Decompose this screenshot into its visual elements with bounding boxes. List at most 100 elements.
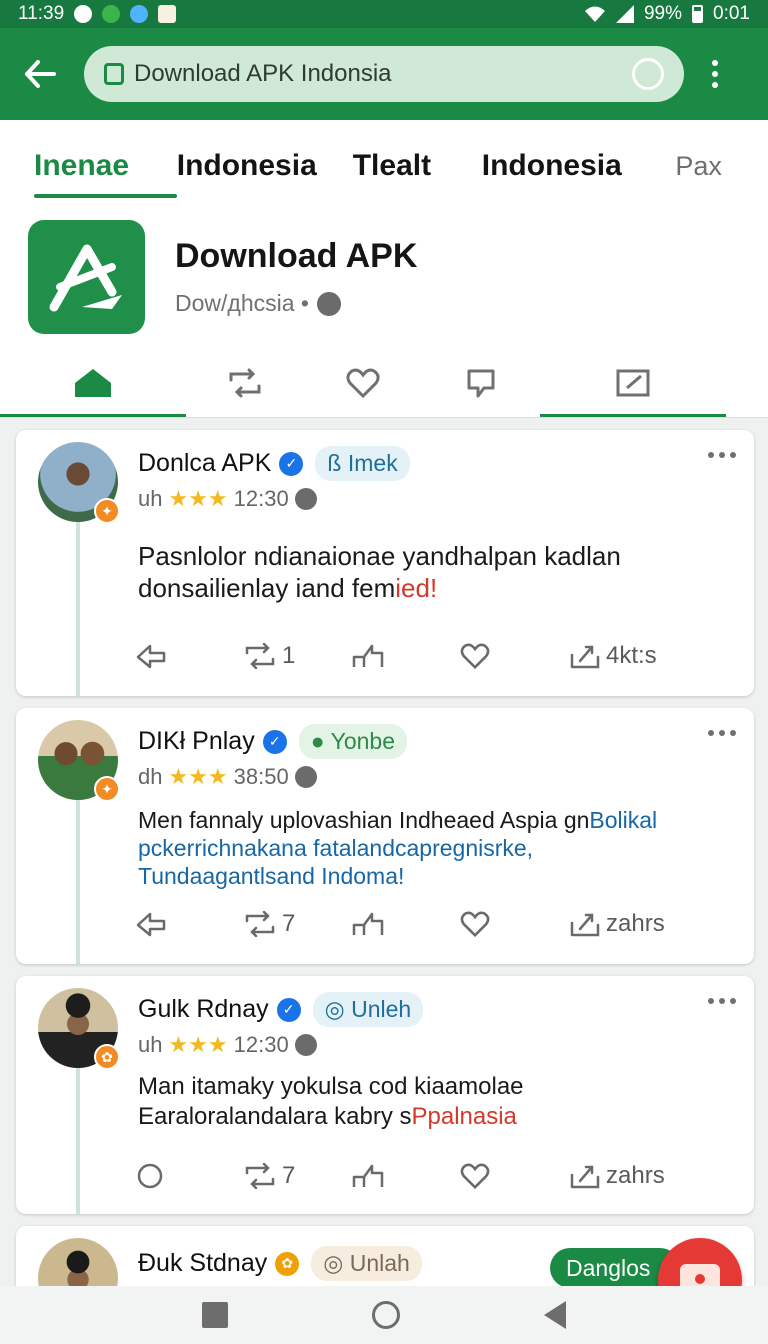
post-header: Gulk Rdnay ✓ ◎ Unleh	[138, 992, 424, 1027]
recents-button[interactable]	[202, 1302, 228, 1328]
upvote-button[interactable]	[352, 638, 460, 674]
home-button[interactable]	[372, 1301, 400, 1329]
info-icon[interactable]	[316, 291, 341, 316]
post-body: Pasnlolor ndianaionae yandhalpan kadlan …	[138, 540, 714, 604]
badge-icon: ✿	[94, 1044, 120, 1070]
verified-icon: ✿	[275, 1251, 300, 1276]
battery-percent: 99%	[643, 3, 683, 24]
home-icon	[75, 369, 111, 397]
repost-button[interactable]: 1	[244, 638, 352, 674]
avatar[interactable]: ✦	[38, 442, 120, 524]
more-options-button[interactable]	[708, 452, 736, 458]
repost-icon	[229, 368, 261, 398]
status-bar: 11:39 99% 0:01	[0, 0, 768, 28]
app-subtitle-text: Dow/дhcsia •	[175, 290, 309, 316]
upvote-icon	[352, 644, 384, 667]
rating-stars: ★★★	[168, 764, 228, 789]
more-options-button[interactable]	[708, 730, 736, 736]
repost-button[interactable]: 7	[244, 906, 352, 942]
overflow-menu-button[interactable]	[710, 60, 720, 88]
author-name[interactable]: Đuk Stdnay	[138, 1249, 267, 1278]
reply-icon	[136, 912, 166, 937]
apk-logo-icon	[49, 244, 122, 312]
repost-count: 1	[282, 642, 296, 669]
url-bar[interactable]: Download APK Indonsia	[84, 46, 684, 102]
search-icon[interactable]	[632, 58, 664, 90]
tag-chip[interactable]: ● Yonbe	[298, 724, 407, 759]
upvote-button[interactable]	[352, 906, 460, 942]
tab-tlealt[interactable]: Tlealt	[353, 120, 482, 212]
info-icon	[294, 1034, 317, 1056]
heart-icon	[460, 643, 490, 669]
tab-pax[interactable]: Pax	[675, 120, 734, 212]
tab-indonesia[interactable]: Indonesia	[177, 120, 353, 212]
clock: 11:39	[18, 3, 65, 24]
author-name[interactable]: Donlca APK	[138, 449, 271, 478]
notification-icon	[158, 5, 177, 23]
author-name[interactable]: DIKł Pnlay	[138, 727, 255, 756]
share-button[interactable]: 4kt:s	[570, 638, 657, 674]
upvote-icon	[352, 1164, 384, 1187]
tab-reposts[interactable]	[186, 348, 304, 418]
heart-icon	[460, 1163, 490, 1189]
post-meta: uh ★★★ 12:30	[138, 486, 317, 512]
body-text: Pasnlolor ndianaionae yandhalpan kadlan …	[138, 541, 621, 603]
reply-icon	[137, 1163, 163, 1189]
share-icon	[570, 645, 600, 669]
rating-stars: ★★★	[168, 486, 228, 511]
author-name[interactable]: Gulk Rdnay	[138, 995, 269, 1024]
post-header: Đuk Stdnay ✿ ◎ Unlah	[138, 1246, 422, 1281]
tag-chip[interactable]: ß Imek	[315, 446, 410, 481]
share-button[interactable]: zahrs	[570, 906, 665, 942]
meta-prefix: dh	[138, 764, 163, 789]
post-time: 12:30	[233, 1032, 289, 1057]
thread-line	[76, 800, 80, 964]
share-icon	[570, 913, 600, 937]
post-body: Men fannaly uplovashian Indheaed Aspia g…	[138, 806, 714, 890]
info-icon	[294, 766, 317, 788]
post-time: 38:50	[233, 764, 289, 789]
post-card[interactable]: ✦ Donlca APK ✓ ß Imek uh ★★★ 12:30 Pasnl…	[16, 430, 754, 696]
avatar[interactable]: ✿	[38, 988, 120, 1070]
tab-home[interactable]	[0, 348, 186, 418]
post-card[interactable]: ✿ Gulk Rdnay ✓ ◎ Unleh uh ★★★ 12:30 Man …	[16, 976, 754, 1214]
thread-line	[76, 1068, 80, 1214]
reply-button[interactable]	[136, 1158, 244, 1194]
body-text: Men fannaly uplovashian Indheaed Aspia g…	[138, 807, 590, 833]
app-subtitle: Dow/дhcsia •	[175, 290, 417, 317]
compose-icon	[616, 369, 650, 397]
tab-compose[interactable]	[540, 348, 726, 418]
thread-line	[76, 522, 80, 696]
post-meta: uh ★★★ 12:30	[138, 1032, 317, 1058]
post-body: Man itamaky yokulsa cod kiaamolae Earalo…	[138, 1072, 714, 1132]
tag-chip[interactable]: ◎ Unleh	[312, 992, 424, 1027]
post-card[interactable]: ✦ DIKł Pnlay ✓ ● Yonbe dh ★★★ 38:50 Men …	[16, 708, 754, 964]
repost-button[interactable]: 7	[244, 1158, 352, 1194]
tab-indonesia-2[interactable]: Indonesia	[482, 120, 676, 212]
back-nav-button[interactable]	[544, 1301, 566, 1329]
reply-button[interactable]	[136, 906, 244, 942]
tag-chip[interactable]: ◎ Unlah	[311, 1246, 422, 1281]
like-button[interactable]	[460, 906, 570, 942]
divider	[0, 417, 768, 418]
back-button[interactable]	[18, 52, 62, 96]
tag-chip-label: Yonbe	[330, 728, 395, 754]
upvote-button[interactable]	[352, 1158, 460, 1194]
like-button[interactable]	[460, 1158, 570, 1194]
signal-icon	[615, 5, 634, 23]
tag-chip-label: Unleh	[351, 996, 412, 1022]
more-options-button[interactable]	[708, 998, 736, 1004]
tab-likes[interactable]	[304, 348, 422, 418]
post-actions: 1 4kt:s	[136, 638, 694, 674]
avatar[interactable]: ✦	[38, 720, 120, 802]
like-button[interactable]	[460, 638, 570, 674]
reply-button[interactable]	[136, 638, 244, 674]
share-button[interactable]: zahrs	[570, 1158, 665, 1194]
heart-icon	[460, 911, 490, 937]
repost-count: 7	[282, 910, 296, 937]
tab-bookmarks[interactable]	[422, 348, 540, 418]
tag-chip-label: Unlah	[349, 1250, 410, 1276]
app-title: Download APK	[175, 237, 418, 275]
badge-icon: ✦	[94, 498, 120, 524]
tab-inenae[interactable]: Inenae	[34, 120, 177, 212]
